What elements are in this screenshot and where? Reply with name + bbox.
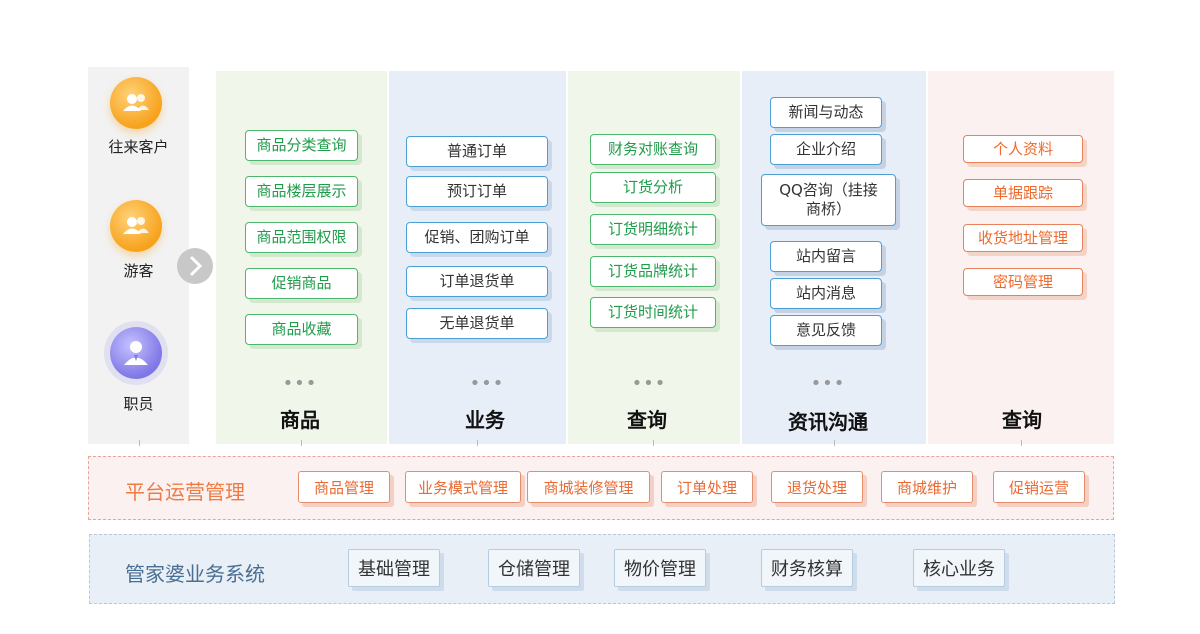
platform-module-button[interactable]: 促销运营 xyxy=(993,471,1085,503)
feature-button[interactable]: 意见反馈 xyxy=(770,315,882,346)
feature-button[interactable]: 订货时间统计 xyxy=(590,297,716,328)
connector-tick xyxy=(1021,440,1022,446)
feature-button[interactable]: 站内留言 xyxy=(770,241,882,272)
feature-button[interactable]: 商品分类查询 xyxy=(245,130,358,161)
column-title: 资讯沟通 xyxy=(788,410,868,434)
column-title: 查询 xyxy=(1002,408,1042,432)
platform-module-button[interactable]: 商城维护 xyxy=(881,471,973,503)
erp-module-button[interactable]: 核心业务 xyxy=(913,549,1005,587)
more-dots: ••• xyxy=(282,373,318,394)
connector-tick xyxy=(653,440,654,446)
feature-button[interactable]: 站内消息 xyxy=(770,278,882,309)
feature-button[interactable]: 预订订单 xyxy=(406,176,548,207)
feature-button[interactable]: 企业介绍 xyxy=(770,134,882,165)
feature-button[interactable]: 无单退货单 xyxy=(406,308,548,339)
feature-button[interactable]: 商品楼层展示 xyxy=(245,176,358,207)
staff-person-icon xyxy=(110,327,162,379)
column-title: 业务 xyxy=(465,408,505,432)
platform-module-button[interactable]: 商城装修管理 xyxy=(527,471,650,503)
feature-button[interactable]: 收货地址管理 xyxy=(963,224,1083,252)
more-dots: ••• xyxy=(631,373,667,394)
feature-button[interactable]: 密码管理 xyxy=(963,268,1083,296)
feature-button[interactable]: 单据跟踪 xyxy=(963,179,1083,207)
erp-title: 管家婆业务系统 xyxy=(125,562,265,586)
platform-title: 平台运营管理 xyxy=(125,480,245,504)
connector-tick xyxy=(139,440,140,446)
column-title: 商品 xyxy=(280,408,320,432)
feature-button[interactable]: 新闻与动态 xyxy=(770,97,882,128)
feature-button[interactable]: 促销、团购订单 xyxy=(406,222,548,253)
feature-button[interactable]: 促销商品 xyxy=(245,268,358,299)
panel-account-query xyxy=(928,71,1114,444)
feature-button[interactable]: 普通订单 xyxy=(406,136,548,167)
platform-module-button[interactable]: 业务模式管理 xyxy=(405,471,521,503)
role-label-visitor: 游客 xyxy=(123,262,154,280)
feature-button[interactable]: 财务对账查询 xyxy=(590,134,716,165)
visitor-group-icon xyxy=(110,200,162,252)
role-label-staff: 职员 xyxy=(123,395,154,413)
feature-button[interactable]: 订货明细统计 xyxy=(590,214,716,245)
feature-button[interactable]: 商品范围权限 xyxy=(245,222,358,253)
client-group-icon xyxy=(110,77,162,129)
feature-button[interactable]: 个人资料 xyxy=(963,135,1083,163)
platform-module-button[interactable]: 订单处理 xyxy=(661,471,753,503)
chevron-right-icon[interactable] xyxy=(177,248,213,284)
column-title: 查询 xyxy=(627,408,667,432)
platform-module-button[interactable]: 商品管理 xyxy=(298,471,390,503)
feature-button[interactable]: QQ咨询（挂接商桥） xyxy=(761,174,896,226)
feature-button[interactable]: 订单退货单 xyxy=(406,266,548,297)
erp-module-button[interactable]: 物价管理 xyxy=(614,549,706,587)
feature-button[interactable]: 商品收藏 xyxy=(245,314,358,345)
role-label-client: 往来客户 xyxy=(108,138,169,156)
erp-module-button[interactable]: 仓储管理 xyxy=(488,549,580,587)
erp-module-button[interactable]: 财务核算 xyxy=(761,549,853,587)
platform-module-button[interactable]: 退货处理 xyxy=(771,471,863,503)
connector-tick xyxy=(834,440,835,446)
feature-button[interactable]: 订货品牌统计 xyxy=(590,256,716,287)
connector-tick xyxy=(301,440,302,446)
feature-button[interactable]: 订货分析 xyxy=(590,172,716,203)
erp-module-button[interactable]: 基础管理 xyxy=(348,549,440,587)
more-dots: ••• xyxy=(810,373,846,394)
more-dots: ••• xyxy=(469,373,505,394)
connector-tick xyxy=(477,440,478,446)
